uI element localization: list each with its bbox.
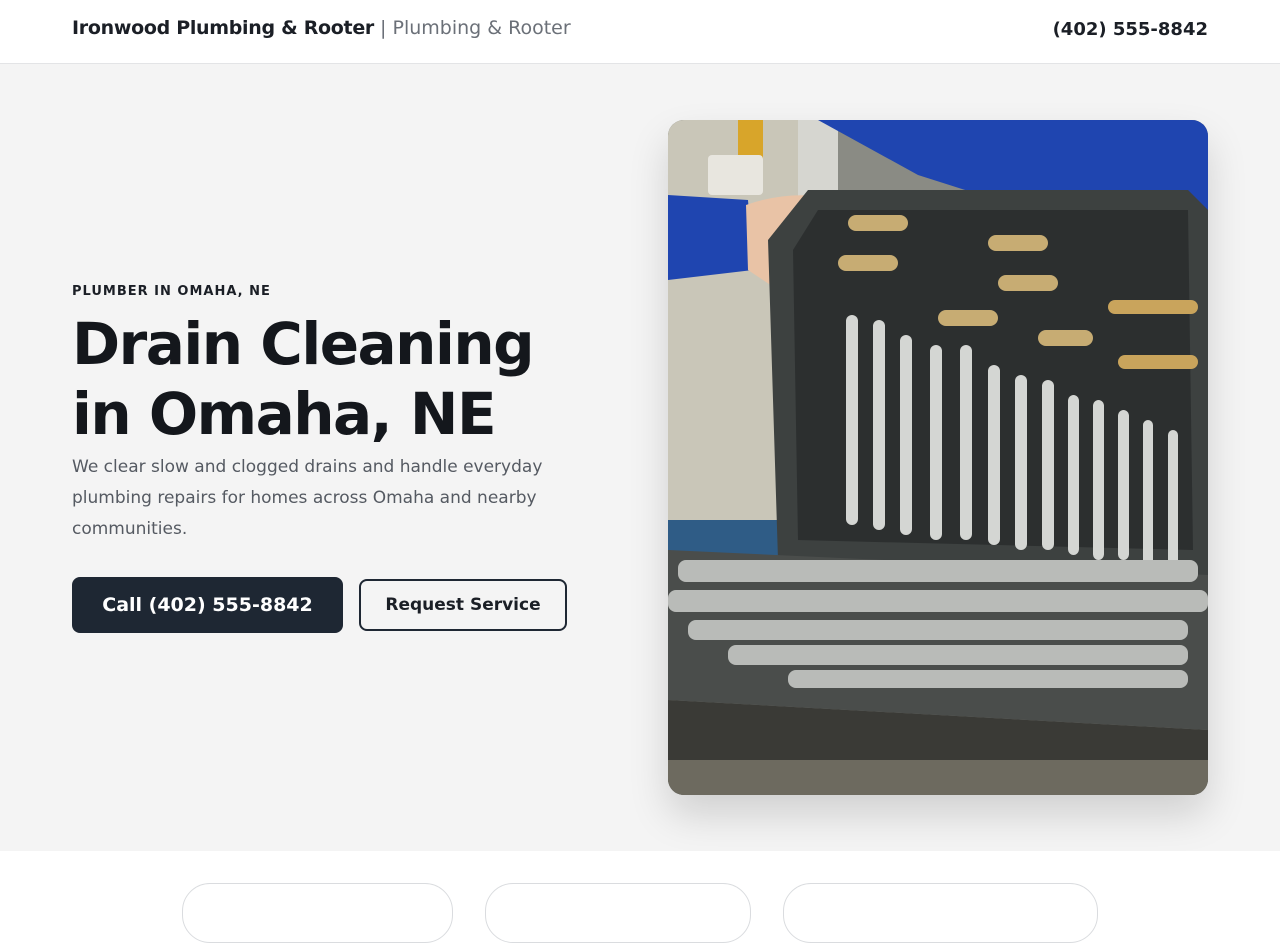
feature-pill xyxy=(182,883,453,943)
brand[interactable]: Ironwood Plumbing & Rooter | Plumbing & … xyxy=(72,17,571,39)
brand-name[interactable]: Ironwood Plumbing & Rooter xyxy=(72,17,374,39)
header-phone-link[interactable]: (402) 555-8842 xyxy=(1053,19,1208,40)
feature-pill xyxy=(783,883,1098,943)
hero-description: We clear slow and clogged drains and han… xyxy=(72,457,543,539)
brand-tagline: Plumbing & Rooter xyxy=(392,17,571,39)
hero-headline: Drain Cleaning in Omaha, NE xyxy=(72,310,535,448)
site-header: Ironwood Plumbing & Rooter | Plumbing & … xyxy=(0,0,1280,64)
request-service-button[interactable]: Request Service xyxy=(359,579,567,631)
hero-eyebrow: PLUMBER IN OMAHA, NE xyxy=(72,284,271,299)
call-button[interactable]: Call (402) 555-8842 xyxy=(72,577,343,633)
hero-section: PLUMBER IN OMAHA, NE Drain Cleaning in O… xyxy=(0,64,1280,851)
features-strip xyxy=(0,851,1280,943)
hero-toolbox-photo xyxy=(668,120,1208,795)
toolbox-photo-icon xyxy=(668,120,1208,795)
feature-pill xyxy=(485,883,751,943)
brand-separator: | xyxy=(380,17,387,39)
